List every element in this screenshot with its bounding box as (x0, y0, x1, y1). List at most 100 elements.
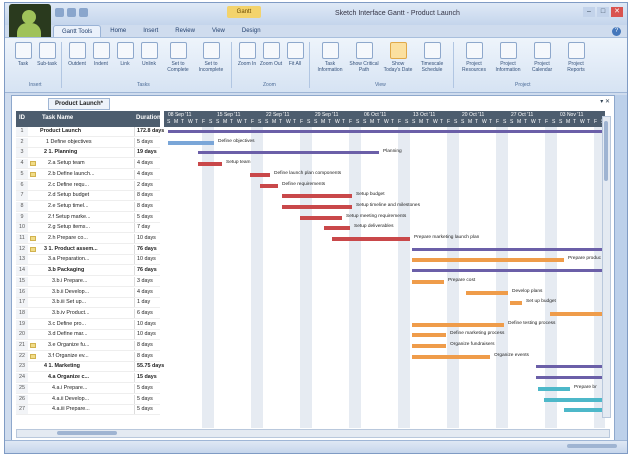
help-icon[interactable]: ? (612, 27, 621, 36)
task-name-cell[interactable]: 3.c Define pro... (48, 320, 140, 329)
link-button[interactable]: Link (113, 42, 137, 67)
zoom-slider[interactable] (567, 444, 617, 448)
table-row[interactable]: 16 3.b.ii Develop... 4 days (16, 287, 160, 298)
task-name-column-header[interactable]: Task Name (42, 115, 73, 121)
project-information-button[interactable]: Project Information (493, 42, 523, 73)
set-incomplete-button[interactable]: Set to Incomplete (195, 42, 227, 73)
summary-bar[interactable] (168, 130, 604, 133)
summary-bar[interactable] (198, 151, 379, 155)
duration-cell[interactable]: 10 days (134, 319, 163, 329)
project-resources-button[interactable]: Project Resources (459, 42, 489, 73)
task-name-cell[interactable]: 2.f Setup marke... (48, 213, 140, 222)
document-controls[interactable]: ▾ ✕ (600, 98, 610, 105)
minimize-button[interactable]: – (583, 7, 595, 17)
duration-cell[interactable]: 10 days (134, 330, 163, 340)
summary-bar[interactable] (536, 365, 604, 369)
table-row[interactable]: 12 3 1. Product assem... 76 days (16, 244, 163, 255)
task-bar[interactable] (250, 172, 270, 177)
duration-cell[interactable]: 55.75 days (134, 362, 164, 372)
table-row[interactable]: 8 2.e Setup timel... 8 days (16, 201, 160, 212)
task-name-cell[interactable]: 3.f Organize ev... (48, 352, 140, 361)
table-row[interactable]: 17 3.b.iii Set up... 1 day (16, 298, 160, 309)
duration-cell[interactable]: 76 days (134, 244, 163, 254)
duration-cell[interactable]: 3 days (134, 276, 163, 286)
undo-icon[interactable] (67, 8, 76, 17)
duration-cell[interactable]: 6 days (134, 308, 163, 318)
task-name-cell[interactable]: 4.a.ii Develop... (52, 395, 144, 404)
task-bar[interactable] (466, 290, 508, 295)
table-row[interactable]: 4 2.a Setup team 4 days (16, 159, 160, 170)
task-bar[interactable] (282, 204, 352, 209)
horizontal-scrollbar[interactable] (16, 429, 610, 438)
task-name-cell[interactable]: 2.d Setup budget (48, 191, 140, 200)
table-row[interactable]: 13 3.a Preparation... 10 days (16, 255, 160, 266)
task-bar[interactable] (260, 183, 278, 188)
id-column-header[interactable]: ID (19, 115, 25, 121)
task-name-cell[interactable]: 2.e Setup timel... (48, 202, 140, 211)
document-tab[interactable]: Product Launch* (48, 98, 111, 110)
timescale-schedule-button[interactable]: Timescale Schedule (417, 42, 447, 73)
duration-cell[interactable]: 2 days (134, 180, 163, 190)
task-bar[interactable] (412, 258, 564, 263)
tab-view[interactable]: View (204, 25, 233, 37)
duration-cell[interactable]: 5 days (134, 212, 163, 222)
task-bar[interactable] (332, 237, 410, 241)
duration-cell[interactable]: 4 days (134, 169, 163, 179)
task-name-cell[interactable]: 3.b.i Prepare... (52, 277, 144, 286)
table-row[interactable]: 10 2.g Setup items... 7 day (16, 223, 160, 234)
task-name-cell[interactable]: 3.a Preparation... (48, 255, 140, 264)
show-critical-path-button[interactable]: Show Critical Path (349, 42, 379, 73)
task-name-cell[interactable]: 1 Define objectives (46, 138, 138, 147)
task-bar[interactable] (550, 311, 604, 316)
duration-cell[interactable]: 5 days (134, 394, 163, 404)
task-bar[interactable] (412, 279, 444, 284)
task-bar[interactable] (412, 333, 446, 338)
tab-gantt-tools[interactable]: Gantt Tools (53, 25, 102, 37)
indent-button[interactable]: Indent (89, 42, 113, 67)
task-bar[interactable] (412, 354, 490, 359)
table-row[interactable]: 1 Product Launch 172.8 days (16, 127, 164, 137)
tab-insert[interactable]: Insert (135, 25, 166, 37)
task-bar[interactable] (282, 194, 352, 199)
duration-cell[interactable]: 5 days (134, 137, 163, 147)
zoom-in-button[interactable]: Zoom In (235, 42, 259, 67)
task-name-cell[interactable]: 2.a Setup team (48, 159, 140, 168)
close-button[interactable]: ✕ (611, 7, 623, 17)
task-name-cell[interactable]: 2.g Setup items... (48, 223, 140, 232)
task-name-cell[interactable]: 4.a.iii Prepare... (52, 405, 144, 414)
project-reports-button[interactable]: Project Reports (561, 42, 591, 73)
summary-bar[interactable] (536, 376, 604, 380)
duration-cell[interactable]: 8 days (134, 351, 163, 361)
table-row[interactable]: 26 4.a.ii Develop... 5 days (16, 394, 163, 405)
table-row[interactable]: 3 2 1. Planning 19 days (16, 148, 160, 159)
zoom-out-button[interactable]: Zoom Out (259, 42, 283, 67)
task-name-cell[interactable]: 3.b.iv Product... (52, 309, 144, 318)
task-name-cell[interactable]: 2 1. Planning (44, 148, 136, 157)
summary-bar[interactable] (412, 247, 604, 251)
task-name-cell[interactable]: 3.b Packaging (48, 266, 140, 275)
table-row[interactable]: 19 3.c Define pro... 10 days (16, 319, 163, 330)
table-row[interactable]: 18 3.b.iv Product... 6 days (16, 308, 163, 319)
table-row[interactable]: 23 4 1. Marketing 55.75 days (16, 362, 164, 373)
duration-cell[interactable]: 8 days (134, 191, 163, 201)
save-icon[interactable] (55, 8, 64, 17)
duration-cell[interactable]: 5 days (134, 383, 163, 393)
task-name-cell[interactable]: 4 1. Marketing (44, 362, 136, 371)
tab-review[interactable]: Review (167, 25, 203, 37)
tab-design[interactable]: Design (234, 25, 269, 37)
duration-cell[interactable]: 5 days (134, 405, 163, 415)
task-button[interactable]: Task (11, 42, 35, 67)
set-complete-button[interactable]: Set to Complete (163, 42, 193, 73)
table-row[interactable]: 2 1 Define objectives 5 days (16, 137, 163, 148)
task-bar[interactable] (544, 397, 604, 402)
table-row[interactable]: 20 3.d Define mar... 10 days (16, 330, 163, 341)
task-bar[interactable] (564, 408, 604, 413)
side-panel[interactable] (615, 95, 627, 441)
unlink-button[interactable]: Unlink (137, 42, 161, 67)
task-name-cell[interactable]: 3 1. Product assem... (44, 245, 136, 254)
task-name-cell[interactable]: 4.a.i Prepare... (52, 384, 144, 393)
duration-cell[interactable]: 76 days (134, 266, 163, 276)
task-name-cell[interactable]: 2.c Define requ... (48, 181, 140, 190)
note-icon[interactable] (30, 161, 36, 167)
duration-cell[interactable]: 172.8 days (134, 127, 164, 136)
